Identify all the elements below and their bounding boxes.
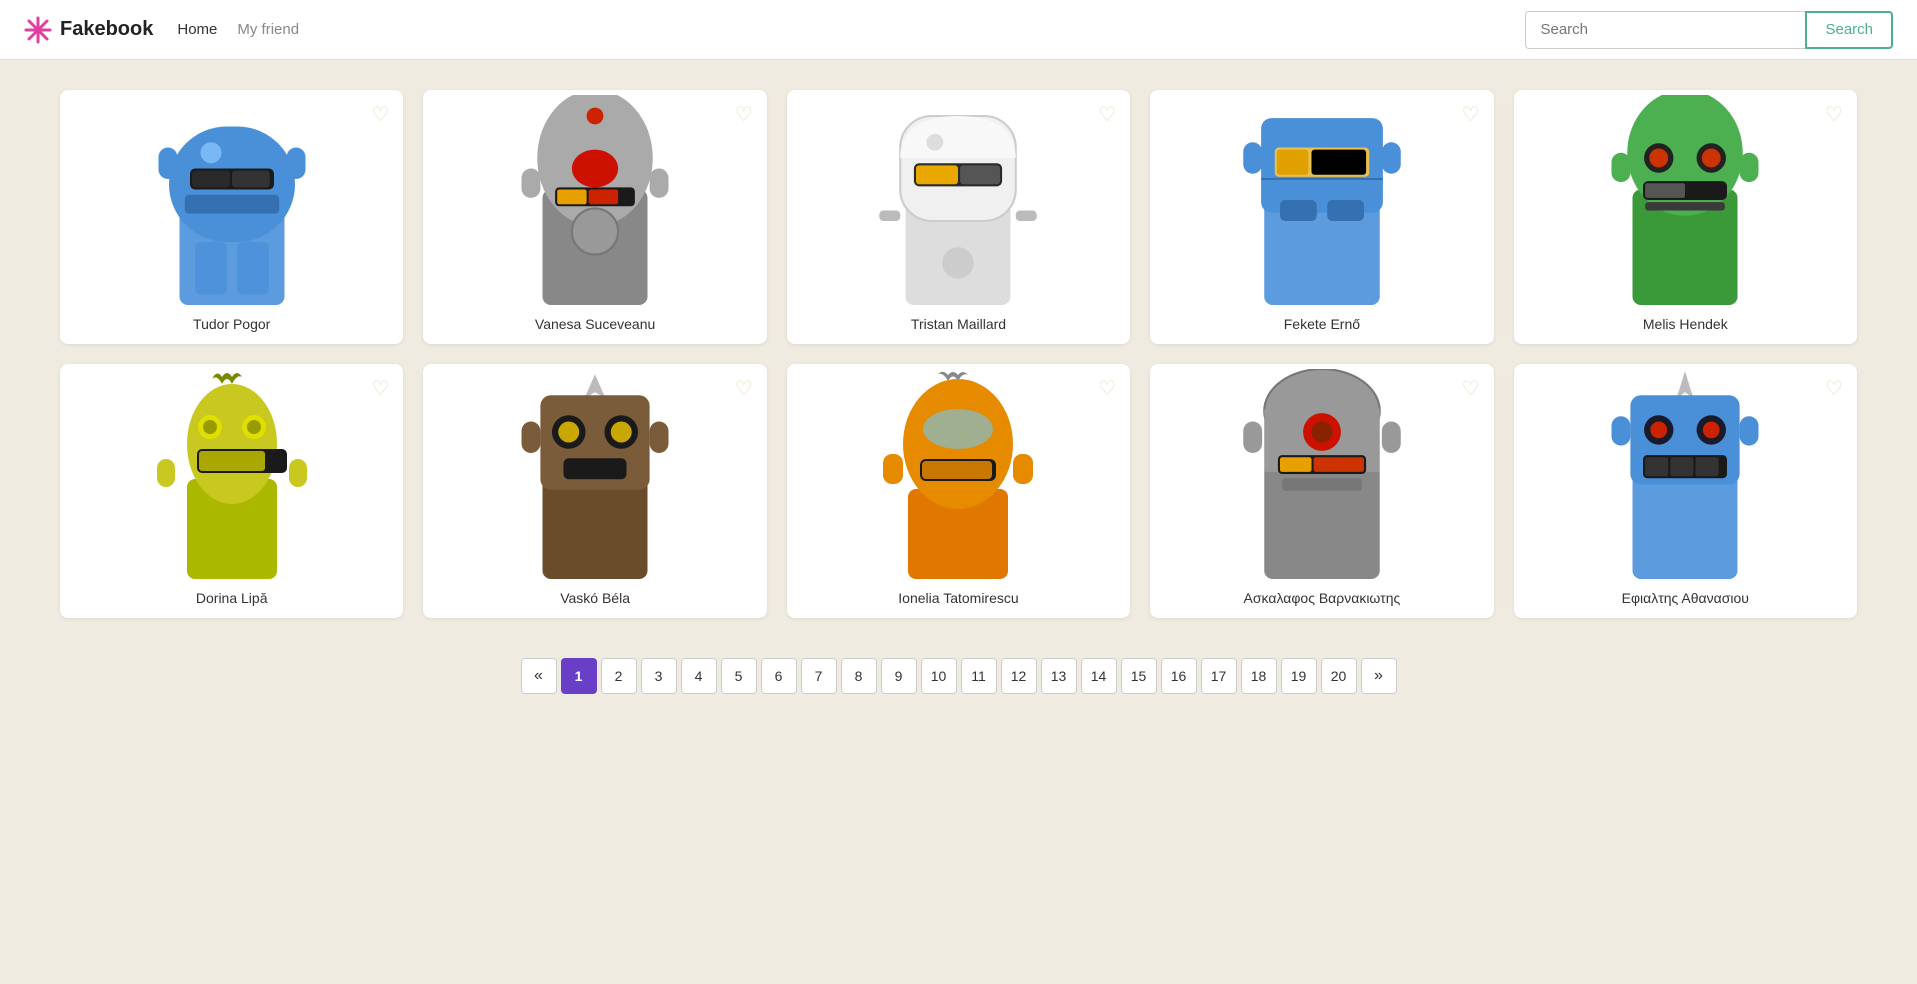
card-name: Tudor Pogor [185, 310, 278, 332]
pagination-page-7[interactable]: 7 [801, 658, 837, 694]
heart-icon[interactable]: ♡ [371, 376, 389, 401]
robot-image [1514, 364, 1857, 584]
logo-icon [24, 16, 52, 44]
cards-grid: ♡ Tudor Pogor ♡ [60, 90, 1857, 618]
logo[interactable]: Fakebook [24, 16, 153, 44]
robot-image [1514, 90, 1857, 310]
pagination-page-8[interactable]: 8 [841, 658, 877, 694]
card-item: ♡ Ionelia Tatomirescu [787, 364, 1130, 618]
main-content: ♡ Tudor Pogor ♡ [0, 60, 1917, 734]
card-name: Melis Hendek [1635, 310, 1736, 332]
card-name: Fekete Ernő [1276, 310, 1368, 332]
pagination-page-13[interactable]: 13 [1041, 658, 1077, 694]
card-item: ♡ Dorina Lipă [60, 364, 403, 618]
heart-icon[interactable]: ♡ [1462, 102, 1480, 127]
card-item: ♡ Tristan Maillard [787, 90, 1130, 344]
heart-icon[interactable]: ♡ [1098, 102, 1116, 127]
robot-image [60, 364, 403, 584]
robot-image [1150, 364, 1493, 584]
heart-icon[interactable]: ♡ [735, 102, 753, 127]
pagination-page-1[interactable]: 1 [561, 658, 597, 694]
robot-image [423, 90, 766, 310]
robot-image [787, 90, 1130, 310]
pagination-page-16[interactable]: 16 [1161, 658, 1197, 694]
pagination-page-9[interactable]: 9 [881, 658, 917, 694]
pagination-page-3[interactable]: 3 [641, 658, 677, 694]
card-name: Vaskó Béla [552, 584, 638, 606]
card-item: ♡ Vanesa Suceveanu [423, 90, 766, 344]
card-name: Dorina Lipă [188, 584, 276, 606]
heart-icon[interactable]: ♡ [1825, 376, 1843, 401]
robot-image [787, 364, 1130, 584]
card-name: Vanesa Suceveanu [527, 310, 663, 332]
pagination-page-5[interactable]: 5 [721, 658, 757, 694]
card-item: ♡ Fekete Ernő [1150, 90, 1493, 344]
search-button[interactable]: Search [1805, 11, 1893, 49]
pagination-page-12[interactable]: 12 [1001, 658, 1037, 694]
pagination-page-15[interactable]: 15 [1121, 658, 1157, 694]
robot-image [423, 364, 766, 584]
search-area: Search [1525, 11, 1893, 49]
card-name: Ασκαλαφος Βαρνακιωτης [1236, 584, 1409, 606]
card-item: ♡ Tudor Pogor [60, 90, 403, 344]
search-input[interactable] [1525, 11, 1805, 49]
card-item: ♡ Εφιαλτης Αθανασιου [1514, 364, 1857, 618]
robot-image [1150, 90, 1493, 310]
nav-myfriend[interactable]: My friend [237, 21, 299, 38]
navbar: Fakebook Home My friend Search [0, 0, 1917, 60]
pagination-page-2[interactable]: 2 [601, 658, 637, 694]
card-name: Εφιαλτης Αθανασιου [1614, 584, 1757, 606]
pagination-page-14[interactable]: 14 [1081, 658, 1117, 694]
pagination-prev[interactable]: « [521, 658, 557, 694]
pagination-page-6[interactable]: 6 [761, 658, 797, 694]
pagination: «1234567891011121314151617181920» [60, 648, 1857, 714]
pagination-page-4[interactable]: 4 [681, 658, 717, 694]
card-name: Tristan Maillard [903, 310, 1014, 332]
card-item: ♡ Ασκαλαφος Βαρνακιωτης [1150, 364, 1493, 618]
pagination-page-19[interactable]: 19 [1281, 658, 1317, 694]
heart-icon[interactable]: ♡ [735, 376, 753, 401]
heart-icon[interactable]: ♡ [371, 102, 389, 127]
card-name: Ionelia Tatomirescu [890, 584, 1026, 606]
pagination-page-20[interactable]: 20 [1321, 658, 1357, 694]
pagination-page-10[interactable]: 10 [921, 658, 957, 694]
pagination-page-17[interactable]: 17 [1201, 658, 1237, 694]
pagination-page-11[interactable]: 11 [961, 658, 997, 694]
card-item: ♡ Melis Hendek [1514, 90, 1857, 344]
pagination-next[interactable]: » [1361, 658, 1397, 694]
nav-home[interactable]: Home [177, 21, 217, 38]
logo-text: Fakebook [60, 18, 153, 41]
heart-icon[interactable]: ♡ [1098, 376, 1116, 401]
nav-links: Home My friend [177, 21, 299, 38]
card-item: ♡ Vaskó Béla [423, 364, 766, 618]
pagination-page-18[interactable]: 18 [1241, 658, 1277, 694]
heart-icon[interactable]: ♡ [1462, 376, 1480, 401]
robot-image [60, 90, 403, 310]
heart-icon[interactable]: ♡ [1825, 102, 1843, 127]
